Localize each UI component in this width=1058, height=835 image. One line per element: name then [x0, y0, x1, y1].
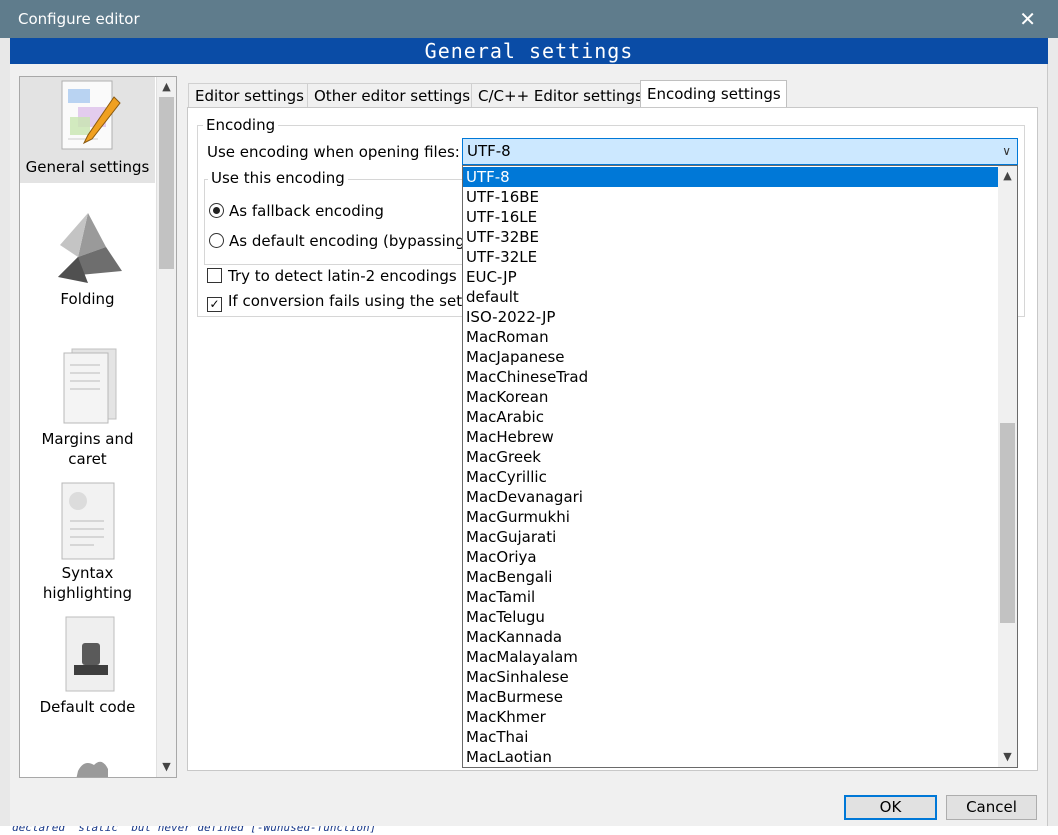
- syntax-page-icon: [61, 482, 114, 560]
- scroll-down-arrow-icon[interactable]: ▼: [157, 757, 176, 777]
- detect-latin2-option[interactable]: Try to detect latin-2 encodings (: [207, 267, 467, 285]
- dropdown-option[interactable]: UTF-32LE: [463, 247, 1000, 267]
- dropdown-option[interactable]: UTF-16BE: [463, 187, 1000, 207]
- dropdown-option[interactable]: UTF-8: [463, 167, 1000, 187]
- tab-editor-settings[interactable]: Editor settings: [188, 83, 309, 109]
- category-scrollbar[interactable]: ▲ ▼: [156, 77, 176, 777]
- use-encoding-group-label: Use this encoding: [208, 169, 348, 187]
- category-default-code[interactable]: Default code: [20, 613, 155, 723]
- dropdown-option[interactable]: MacArabic: [463, 407, 1000, 427]
- conversion-fail-option[interactable]: ✓ If conversion fails using the setti: [207, 292, 472, 312]
- encoding-group-label: Encoding: [203, 116, 279, 134]
- scroll-up-arrow-icon[interactable]: ▲: [157, 77, 176, 97]
- dropdown-option[interactable]: MacBurmese: [463, 687, 1000, 707]
- puzzle-icon: [76, 761, 108, 777]
- dropdown-option[interactable]: MacJapanese: [463, 347, 1000, 367]
- category-general-settings[interactable]: General settings: [20, 77, 155, 183]
- category-label: Default code: [39, 698, 136, 716]
- category-list[interactable]: General settings Folding Margins and car…: [19, 76, 177, 778]
- background-compiler-message: declared 'static' but never defined [-Wu…: [12, 826, 377, 834]
- default-encoding-label: As default encoding (bypassing: [229, 232, 465, 250]
- category-folding[interactable]: Folding: [20, 207, 155, 317]
- checkbox-checked[interactable]: ✓: [207, 297, 222, 312]
- scrollbar-thumb[interactable]: [159, 97, 174, 269]
- fallback-encoding-label: As fallback encoding: [229, 202, 384, 220]
- dropdown-option[interactable]: UTF-32BE: [463, 227, 1000, 247]
- category-more[interactable]: [20, 753, 155, 777]
- stamp-icon: [65, 616, 114, 692]
- dropdown-option[interactable]: MacKhmer: [463, 707, 1000, 727]
- dropdown-option[interactable]: MacBengali: [463, 567, 1000, 587]
- dropdown-option[interactable]: MacDevanagari: [463, 487, 1000, 507]
- cancel-button[interactable]: Cancel: [946, 795, 1037, 820]
- dropdown-option[interactable]: UTF-16LE: [463, 207, 1000, 227]
- dropdown-option[interactable]: MacLaotian: [463, 747, 1000, 767]
- page-margins-icon: [63, 348, 116, 424]
- dropdown-option[interactable]: MacThai: [463, 727, 1000, 747]
- dropdown-option[interactable]: MacHebrew: [463, 427, 1000, 447]
- open-encoding-combobox[interactable]: UTF-8 ∨: [462, 138, 1018, 165]
- scroll-down-arrow-icon[interactable]: ▼: [998, 747, 1017, 767]
- radio-selected[interactable]: [209, 203, 224, 218]
- dropdown-option[interactable]: MacOriya: [463, 547, 1000, 567]
- conversion-fail-label: If conversion fails using the setti: [228, 292, 473, 310]
- encoding-dropdown-list[interactable]: UTF-8 UTF-16BE UTF-16LE UTF-32BE UTF-32LE EUC…: [462, 165, 1018, 768]
- category-syntax-highlighting[interactable]: Syntax highlighting: [20, 481, 155, 611]
- dropdown-option[interactable]: MacTamil: [463, 587, 1000, 607]
- use-encoding-group: [204, 179, 466, 265]
- notepad-pencil-icon: [61, 80, 121, 150]
- section-banner: General settings: [10, 38, 1048, 64]
- combobox-value: UTF-8: [467, 142, 511, 160]
- tab-encoding-settings[interactable]: Encoding settings: [640, 80, 787, 109]
- dropdown-option[interactable]: EUC-JP: [463, 267, 1000, 287]
- dropdown-scrollbar[interactable]: ▲ ▼: [998, 166, 1017, 767]
- dropdown-option[interactable]: ISO-2022-JP: [463, 307, 1000, 327]
- window-title: Configure editor: [18, 10, 140, 28]
- dropdown-option[interactable]: MacRoman: [463, 327, 1000, 347]
- background-editor-text: declared 'static' but never defined [-Wu…: [0, 826, 1058, 835]
- dropdown-option[interactable]: default: [463, 287, 1000, 307]
- chevron-down-icon[interactable]: ∨: [1002, 139, 1011, 164]
- title-bar: Configure editor ✕: [0, 0, 1058, 38]
- dropdown-option[interactable]: MacSinhalese: [463, 667, 1000, 687]
- dropdown-option[interactable]: MacKannada: [463, 627, 1000, 647]
- background-editor-strip-right: [1047, 38, 1058, 835]
- checkbox-unchecked[interactable]: [207, 268, 222, 283]
- scrollbar-thumb[interactable]: [1000, 423, 1015, 623]
- fallback-encoding-option[interactable]: As fallback encoding: [209, 202, 384, 220]
- category-label: General settings: [25, 158, 150, 176]
- dropdown-option[interactable]: MacTelugu: [463, 607, 1000, 627]
- dropdown-option[interactable]: MacGurmukhi: [463, 507, 1000, 527]
- dropdown-option[interactable]: MacKorean: [463, 387, 1000, 407]
- category-margins-and-caret[interactable]: Margins and caret: [20, 343, 155, 475]
- default-encoding-option[interactable]: As default encoding (bypassing: [209, 232, 465, 250]
- close-icon[interactable]: ✕: [1019, 7, 1036, 31]
- dropdown-option[interactable]: MacChineseTrad: [463, 367, 1000, 387]
- origami-icon: [57, 213, 122, 283]
- detect-latin2-label: Try to detect latin-2 encodings (: [228, 267, 468, 285]
- dropdown-option[interactable]: MacCyrillic: [463, 467, 1000, 487]
- background-editor-strip: [0, 38, 10, 835]
- scroll-up-arrow-icon[interactable]: ▲: [998, 166, 1017, 186]
- dropdown-option[interactable]: MacGreek: [463, 447, 1000, 467]
- category-label: Margins and caret: [41, 430, 134, 468]
- dropdown-option[interactable]: MacMalayalam: [463, 647, 1000, 667]
- open-encoding-label: Use encoding when opening files:: [207, 143, 460, 161]
- radio-unselected[interactable]: [209, 233, 224, 248]
- dropdown-option[interactable]: MacGujarati: [463, 527, 1000, 547]
- tab-cpp-editor-settings[interactable]: C/C++ Editor settings: [471, 83, 643, 109]
- category-label: Syntax highlighting: [42, 564, 133, 602]
- ok-button[interactable]: OK: [844, 795, 937, 820]
- tab-other-editor-settings[interactable]: Other editor settings: [307, 83, 473, 109]
- category-label: Folding: [60, 290, 115, 308]
